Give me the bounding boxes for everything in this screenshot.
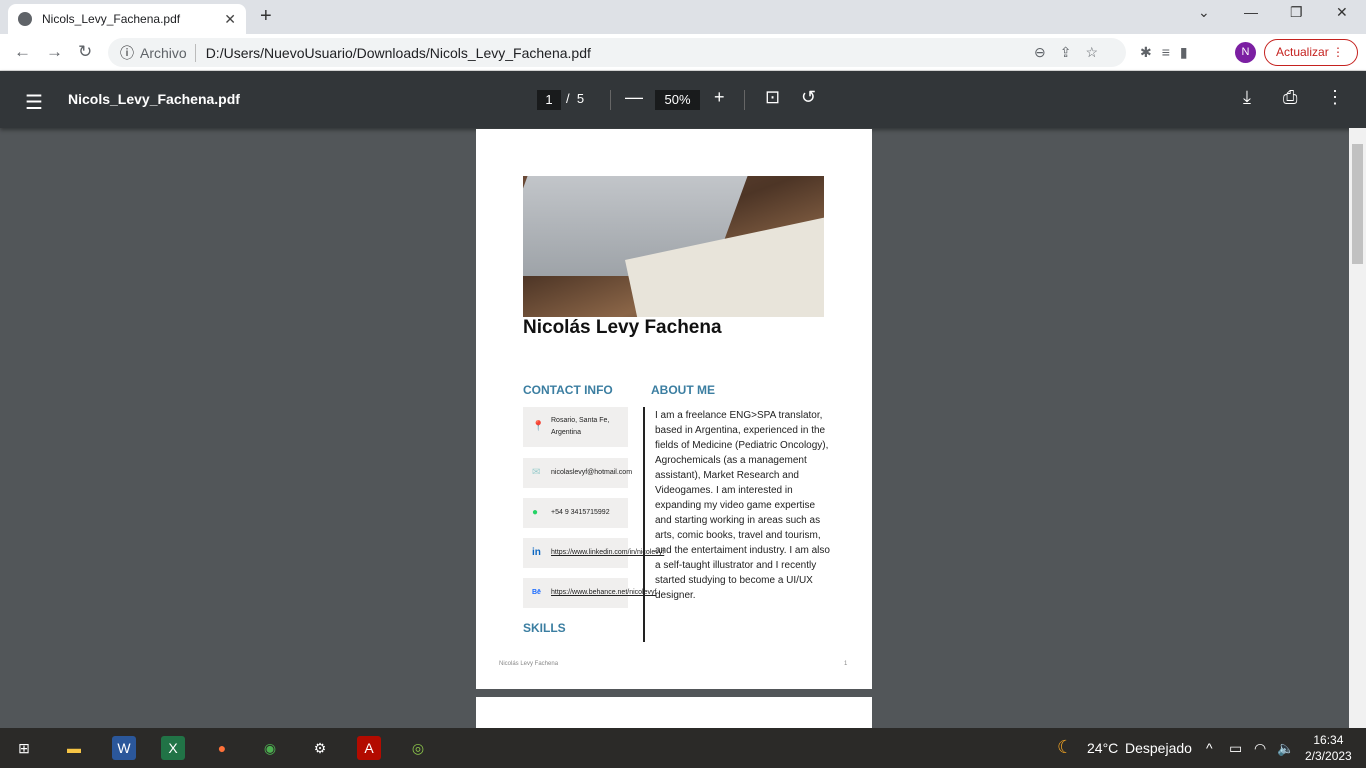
- address-toolbar: ← → ↻ ⓘ Archivo D:/Users/NuevoUsuario/Do…: [0, 34, 1366, 71]
- clock[interactable]: 16:34 2/3/2023: [1305, 732, 1352, 764]
- print-icon[interactable]: ⎙: [1283, 87, 1297, 108]
- total-pages: 5: [576, 91, 585, 106]
- fit-page-icon[interactable]: ⊡: [765, 87, 780, 108]
- address-bar[interactable]: ⓘ Archivo D:/Users/NuevoUsuario/Download…: [108, 38, 1126, 67]
- mail-icon: ✉: [532, 467, 541, 478]
- contact-phone: ● +54 9 3415715992: [523, 498, 628, 528]
- footer-page: 1: [844, 661, 848, 667]
- contact-text: Rosario, Santa Fe, Argentina: [551, 417, 610, 436]
- back-button[interactable]: ←: [14, 42, 31, 62]
- footer-name: Nicolás Levy Fachena: [499, 661, 559, 667]
- avatar[interactable]: N: [1235, 42, 1256, 63]
- extensions-icon[interactable]: ✱≡▮: [1140, 44, 1198, 61]
- behance-link[interactable]: https://www.behance.net/nicolevyf: [551, 587, 656, 599]
- weather-desc[interactable]: Despejado: [1125, 740, 1192, 756]
- zoom-in-button[interactable]: +: [714, 87, 725, 108]
- contact-behance: Bē https://www.behance.net/nicolevyf: [523, 578, 656, 608]
- url-text[interactable]: D:/Users/NuevoUsuario/Downloads/Nicols_L…: [206, 45, 591, 61]
- column-divider: [643, 407, 645, 642]
- tab-active[interactable]: Nicols_Levy_Fachena.pdf ✕: [8, 4, 246, 34]
- reload-button[interactable]: ↻: [78, 42, 92, 62]
- acrobat-icon[interactable]: A: [357, 736, 381, 760]
- scheme-label: Archivo: [140, 44, 187, 61]
- tab-search-icon[interactable]: ⌄: [1198, 4, 1210, 21]
- tab-title: Nicols_Levy_Fachena.pdf: [42, 12, 181, 26]
- contact-text: nicolaslevyf@hotmail.com: [551, 469, 633, 476]
- firefox-icon[interactable]: ●: [210, 736, 234, 760]
- zoom-out-button[interactable]: —: [625, 87, 643, 108]
- contact-heading: CONTACT INFO: [523, 383, 613, 397]
- file-explorer-icon[interactable]: ▬: [62, 736, 86, 760]
- contact-email: ✉ nicolaslevyf@hotmail.com: [523, 458, 632, 488]
- chevron-up-icon[interactable]: ^: [1206, 740, 1213, 756]
- menu-icon[interactable]: ☰: [25, 90, 43, 115]
- maximize-button[interactable]: ❐: [1290, 4, 1303, 21]
- forward-button[interactable]: →: [46, 42, 63, 62]
- linkedin-link[interactable]: https://www.linkedin.com/in/nicolevyf: [551, 547, 664, 559]
- location-pin-icon: 📍: [532, 421, 545, 432]
- close-tab-icon[interactable]: ✕: [224, 11, 236, 28]
- new-tab-button[interactable]: +: [260, 5, 272, 28]
- page-number-input[interactable]: 1: [537, 90, 561, 110]
- app-icon[interactable]: ◎: [406, 736, 430, 760]
- update-label: Actualizar: [1276, 45, 1329, 59]
- moon-icon: ☾: [1057, 737, 1074, 757]
- skills-heading: SKILLS: [523, 621, 566, 635]
- word-icon[interactable]: W: [112, 736, 136, 760]
- contact-location: 📍 Rosario, Santa Fe, Argentina: [523, 407, 628, 447]
- scrollbar-thumb[interactable]: [1352, 144, 1363, 264]
- divider: [744, 90, 745, 110]
- whatsapp-icon: ●: [532, 507, 539, 518]
- contact-linkedin: in https://www.linkedin.com/in/nicolevyf: [523, 538, 664, 568]
- minimize-button[interactable]: —: [1244, 4, 1258, 20]
- about-heading: ABOUT ME: [651, 383, 715, 397]
- resume-name: Nicolás Levy Fachena: [523, 317, 722, 338]
- page-total: / 5: [566, 91, 584, 106]
- laptop-photo: [523, 176, 824, 317]
- pdf-page-1: Nicolás Levy Fachena CONTACT INFO ABOUT …: [476, 129, 872, 689]
- page-sep: /: [566, 91, 570, 106]
- taskbar: ⊞ ▬ W X ● ◉ ⚙ A ◎ ☾ 24°C Despejado ^ ▭ ◠…: [0, 728, 1366, 768]
- info-icon[interactable]: ⓘ: [120, 43, 134, 63]
- about-text: I am a freelance ENG>SPA translator, bas…: [655, 410, 830, 601]
- wifi-icon[interactable]: ◠: [1254, 740, 1266, 757]
- linkedin-icon: in: [532, 547, 541, 558]
- behance-icon: Bē: [532, 589, 541, 596]
- divider: [194, 43, 196, 62]
- download-icon[interactable]: ⤓: [1243, 87, 1251, 108]
- date: 2/3/2023: [1305, 749, 1352, 763]
- pdf-title: Nicols_Levy_Fachena.pdf: [68, 91, 240, 107]
- excel-icon[interactable]: X: [161, 736, 185, 760]
- more-options-icon[interactable]: ⋮: [1326, 87, 1344, 108]
- weather-temp[interactable]: 24°C: [1087, 740, 1118, 756]
- zoom-share-bookmark-icons[interactable]: ⊖⇪☆: [1034, 44, 1112, 61]
- close-window-button[interactable]: ✕: [1336, 4, 1348, 21]
- battery-icon[interactable]: ▭: [1229, 740, 1242, 757]
- divider: [610, 90, 611, 110]
- globe-icon: [18, 12, 32, 26]
- pdf-toolbar: ☰ Nicols_Levy_Fachena.pdf 1 / 5 — 50% + …: [0, 71, 1366, 128]
- chrome-icon[interactable]: ◉: [258, 736, 282, 760]
- volume-icon[interactable]: 🔈: [1277, 740, 1294, 757]
- time: 16:34: [1313, 733, 1344, 747]
- contact-text: +54 9 3415715992: [551, 509, 610, 516]
- settings-icon[interactable]: ⚙: [308, 736, 332, 760]
- scrollbar[interactable]: [1349, 128, 1366, 728]
- update-button[interactable]: Actualizar ⋮: [1264, 39, 1358, 66]
- rotate-icon[interactable]: ↺: [801, 87, 816, 108]
- tab-strip: Nicols_Levy_Fachena.pdf ✕ + ⌄ — ❐ ✕: [0, 0, 1366, 34]
- start-icon[interactable]: ⊞: [12, 736, 36, 760]
- zoom-input[interactable]: 50%: [655, 90, 700, 110]
